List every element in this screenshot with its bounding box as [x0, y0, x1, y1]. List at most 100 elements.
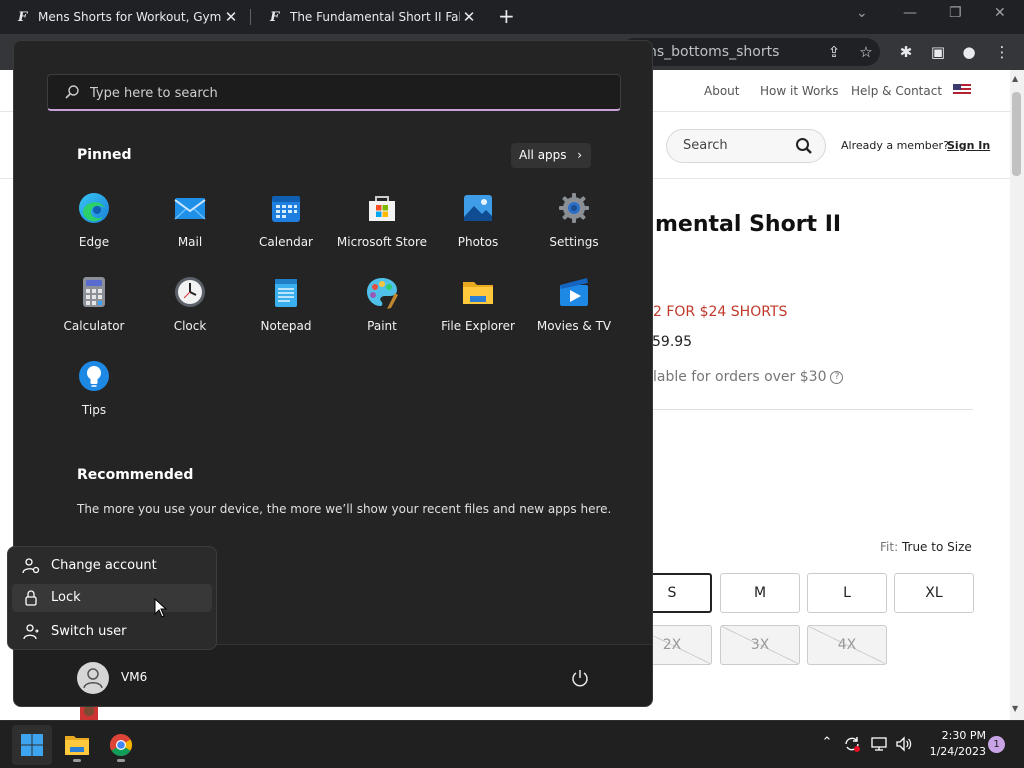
site-favicon-icon: F [18, 9, 28, 25]
chevron-up-icon[interactable]: ⌃ [818, 735, 836, 753]
url-text: ns_bottoms_shorts [648, 44, 780, 60]
start-search-box[interactable] [47, 74, 621, 111]
taskbar-chrome[interactable] [101, 725, 141, 765]
tab-title: The Fundamental Short II Fableti [290, 10, 460, 24]
search-icon[interactable] [795, 137, 813, 155]
availability-text: lable for orders over $30? [653, 369, 844, 385]
price-text: 59.95 [652, 334, 693, 350]
switch-user-item[interactable]: Switch user [12, 618, 212, 646]
availability-label: lable for orders over $30 [653, 369, 827, 385]
new-tab-button[interactable]: + [498, 6, 515, 26]
size-option-l[interactable]: L [807, 573, 887, 613]
pinned-app-edge[interactable]: Edge [46, 191, 142, 249]
pinned-app-movies-tv[interactable]: Movies & TV [526, 275, 622, 333]
calendar-icon [272, 196, 300, 222]
settings-icon [559, 193, 589, 223]
product-title: mental Short II [655, 212, 842, 237]
tab-title: Mens Shorts for Workout, Gym & [38, 10, 222, 24]
clock-date: 1/24/2023 [929, 745, 986, 758]
start-button[interactable] [12, 725, 52, 765]
paint-icon [367, 278, 398, 309]
taskbar-file-explorer[interactable] [57, 725, 97, 765]
change-account-settings-item[interactable]: Change account settings [12, 552, 212, 601]
sign-in-link[interactable]: Sign In [947, 139, 990, 152]
scroll-up-icon[interactable]: ▲ [1012, 74, 1018, 83]
mail-icon [174, 198, 206, 220]
menu-kebab-icon[interactable]: ⋮ [992, 42, 1012, 62]
app-label: Notepad [260, 319, 312, 333]
network-icon[interactable] [870, 735, 888, 753]
user-icon [83, 668, 103, 689]
minimize-button[interactable]: — [903, 5, 917, 21]
scroll-down-icon[interactable]: ▼ [1012, 704, 1018, 713]
user-context-menu: Change account settings Lock Switch user [7, 546, 217, 650]
user-name[interactable]: VM6 [121, 670, 147, 684]
volume-icon[interactable] [895, 735, 913, 753]
pinned-app-calculator[interactable]: Calculator [46, 275, 142, 333]
clock-icon [175, 277, 205, 307]
size-option-xl[interactable]: XL [894, 573, 974, 613]
windows-logo-icon [21, 734, 43, 756]
notification-badge[interactable]: 1 [988, 736, 1005, 753]
browser-tab-bar: F Mens Shorts for Workout, Gym & ✕ F The… [0, 0, 1024, 34]
pinned-app-file-explorer[interactable]: File Explorer [430, 275, 526, 333]
power-icon[interactable] [570, 668, 590, 688]
all-apps-button[interactable]: All apps › [511, 143, 591, 168]
pinned-app-microsoft-store[interactable]: Microsoft Store [334, 191, 430, 249]
share-icon[interactable]: ⇪ [824, 42, 844, 62]
bookmark-star-icon[interactable]: ☆ [856, 42, 876, 62]
pinned-app-notepad[interactable]: Notepad [238, 275, 334, 333]
mouse-cursor-icon [154, 598, 168, 618]
pinned-app-settings[interactable]: Settings [526, 191, 622, 249]
clock-time: 2:30 PM [941, 729, 986, 742]
calculator-icon [83, 277, 105, 307]
browser-tab-1[interactable]: F Mens Shorts for Workout, Gym & ✕ [0, 0, 250, 34]
pinned-app-paint[interactable]: Paint [334, 275, 430, 333]
pinned-app-photos[interactable]: Photos [430, 191, 526, 249]
site-search-input[interactable]: Search [666, 129, 826, 163]
app-label: Settings [549, 235, 599, 249]
movies-icon [560, 278, 588, 306]
scrollbar-thumb[interactable] [1012, 92, 1021, 176]
close-tab-icon[interactable]: ✕ [222, 8, 240, 26]
search-placeholder: Search [683, 138, 728, 153]
us-flag-icon[interactable] [953, 84, 971, 96]
restore-button[interactable]: ❐ [949, 5, 962, 21]
close-window-button[interactable]: ✕ [994, 5, 1006, 21]
app-label: Clock [173, 319, 207, 333]
start-menu-footer: VM6 [14, 644, 652, 706]
nav-help-contact[interactable]: Help & Contact [851, 84, 942, 98]
tab-divider [250, 9, 251, 25]
close-tab-icon[interactable]: ✕ [460, 8, 478, 26]
search-icon [65, 85, 79, 99]
pinned-app-tips[interactable]: Tips [46, 359, 142, 417]
divider [653, 409, 973, 410]
tab-search-icon[interactable]: ⌄ [856, 5, 868, 21]
size-option-m[interactable]: M [720, 573, 800, 613]
pinned-app-mail[interactable]: Mail [142, 191, 238, 249]
lock-item[interactable]: Lock [12, 584, 212, 612]
side-panel-icon[interactable]: ▣ [928, 42, 948, 62]
nav-how-it-works[interactable]: How it Works [760, 84, 839, 98]
app-label: Edge [78, 235, 110, 249]
size-option-3x[interactable]: 3X [720, 625, 800, 665]
promo-text[interactable]: 2 FOR $24 SHORTS [653, 304, 787, 320]
size-option-4x[interactable]: 4X [807, 625, 887, 665]
user-avatar[interactable] [77, 662, 109, 694]
start-search-input[interactable] [90, 82, 590, 104]
switch-user-icon [23, 624, 39, 640]
photos-icon [464, 195, 492, 221]
system-clock[interactable]: 2:30 PM 1/24/2023 [920, 728, 986, 760]
pinned-app-calendar[interactable]: Calendar [238, 191, 334, 249]
sync-icon[interactable] [843, 735, 861, 753]
help-icon[interactable]: ? [830, 370, 844, 384]
profile-icon[interactable]: ● [959, 42, 979, 62]
pinned-app-clock[interactable]: Clock [142, 275, 238, 333]
running-indicator [117, 759, 125, 762]
extensions-icon[interactable]: ✱ [896, 42, 916, 62]
nav-about[interactable]: About [704, 84, 739, 98]
all-apps-label: All apps [519, 148, 567, 162]
browser-tab-2[interactable]: F The Fundamental Short II Fableti ✕ [252, 0, 488, 34]
site-favicon-icon: F [270, 9, 280, 25]
chevron-right-icon: › [577, 148, 582, 162]
